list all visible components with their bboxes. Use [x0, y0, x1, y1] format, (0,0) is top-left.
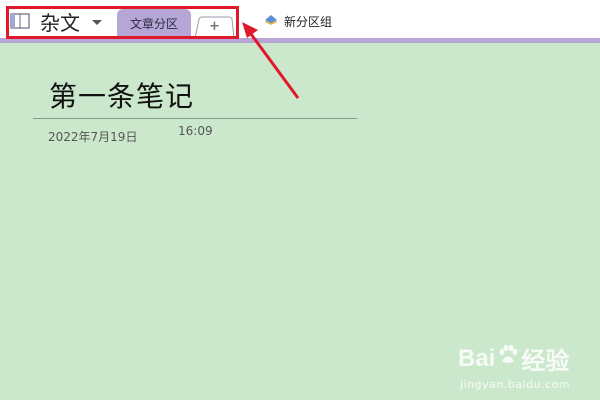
title-divider: [33, 118, 357, 119]
plus-icon: +: [209, 19, 220, 34]
note-page[interactable]: 第一条笔记 2022年7月19日 16:09 Bai 经验 jingyan.ba: [0, 43, 600, 400]
watermark-url: jingyan.baidu.com: [460, 378, 571, 391]
paw-icon: [497, 344, 519, 373]
section-tab-label: 文章分区: [129, 17, 178, 31]
watermark-brand-tail: 经验: [521, 348, 570, 375]
watermark-brand: Bai: [458, 344, 496, 372]
page-title[interactable]: 第一条笔记: [49, 75, 194, 115]
page-time: 16:09: [178, 124, 213, 138]
notebook-selector-button[interactable]: 杂文: [10, 8, 102, 35]
section-group-label: 新分区组: [284, 15, 333, 29]
section-group-icon: [264, 14, 278, 29]
section-tab-articles[interactable]: 文章分区: [117, 9, 191, 38]
notebook-title: 杂文: [40, 10, 80, 35]
add-section-tab[interactable]: +: [193, 16, 235, 38]
notebook-icon: [10, 12, 30, 30]
section-bar: 杂文 文章分区 + 新分区组: [0, 0, 600, 38]
page-date: 2022年7月19日: [48, 130, 138, 144]
onenote-window: 杂文 文章分区 + 新分区组 第一条笔记 2022年7月19日 16:09 Ba…: [0, 0, 600, 400]
new-section-group-button[interactable]: 新分区组: [264, 13, 332, 30]
watermark: Bai 经验 jingyan.baidu.com: [458, 341, 571, 392]
chevron-down-icon: [92, 19, 102, 25]
